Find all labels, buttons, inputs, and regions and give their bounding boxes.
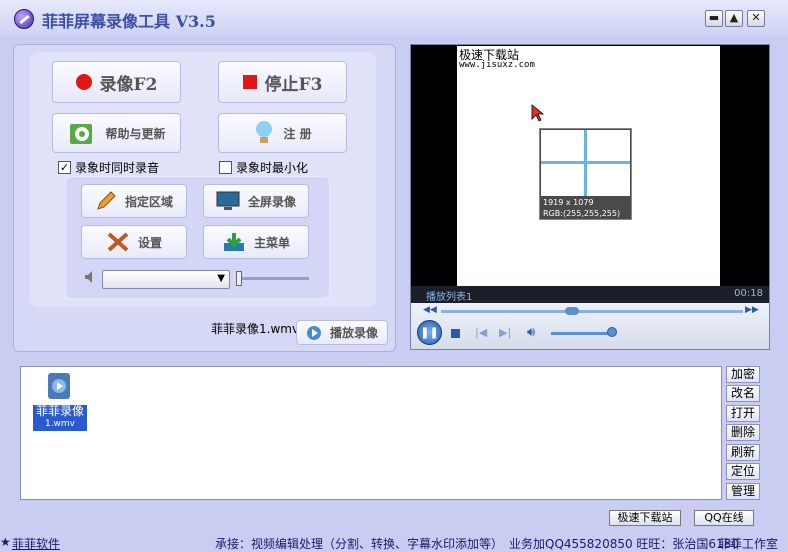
bottom-left-button[interactable]: 极速下载站: [609, 510, 681, 526]
status-bar: ★ 菲菲软件 承接：视频编辑处理（分割、转换、字幕水印添加等） 业务加QQ455…: [0, 534, 788, 551]
record-audio-checkbox[interactable]: ✓ 录象时同时录音: [58, 159, 159, 176]
video-frame: 极速下载站 www.jisuxz.com 1919 x 1079 RGB:(25…: [457, 46, 720, 286]
pencil-icon: [97, 191, 116, 210]
video-file-icon: [48, 373, 70, 399]
cursor-icon: [531, 104, 545, 122]
lightbulb-icon: [256, 121, 273, 143]
player-volume-handle[interactable]: [607, 327, 617, 337]
encrypt-button[interactable]: 加密: [726, 366, 760, 383]
settings-button[interactable]: 设置: [81, 225, 187, 259]
player-info-bar: 播放列表1 00:18: [411, 286, 769, 303]
play-recording-label: 播放录像: [329, 326, 378, 340]
magnifier-view: [541, 130, 630, 196]
audio-device-select[interactable]: ▼: [102, 270, 230, 289]
close-window-button[interactable]: ✕: [747, 10, 765, 27]
register-button[interactable]: 注 册: [218, 113, 347, 153]
player-volume-track[interactable]: [551, 332, 613, 335]
checkbox-checked-icon: ✓: [58, 161, 71, 174]
help-update-label: 帮助与更新: [105, 126, 166, 141]
previous-icon[interactable]: |◀: [475, 326, 487, 339]
register-label: 注 册: [283, 126, 312, 141]
monitor-icon: [216, 191, 240, 210]
manage-button[interactable]: 管理: [726, 483, 760, 500]
speaker-icon[interactable]: 🔊︎: [527, 325, 535, 340]
main-menu-label: 主菜单: [253, 235, 290, 250]
window-title: 菲菲屏幕录像工具 V3.5: [42, 12, 216, 31]
file-item[interactable]: 菲菲录像 1.wmv: [33, 371, 87, 431]
region-button[interactable]: 指定区域: [81, 184, 187, 218]
settings-label: 设置: [137, 235, 162, 250]
studio-name: 菲菲工作室: [718, 537, 779, 551]
next-icon[interactable]: ▶|: [499, 326, 511, 339]
stop-icon: [242, 75, 257, 89]
minimize-label: 录象时最小化: [236, 161, 309, 175]
record-audio-label: 录象时同时录音: [75, 161, 160, 175]
volume-icon: [84, 270, 96, 284]
play-icon: [306, 325, 321, 340]
watermark-url: www.jisuxz.com: [459, 60, 535, 70]
business-contact: 业务加QQ455820850 旺旺：张治国6180: [509, 537, 739, 551]
record-button[interactable]: 录像F2: [52, 61, 181, 103]
chevron-down-icon: ▼: [217, 273, 225, 284]
rewind-icon[interactable]: ◀◀: [423, 305, 437, 315]
region-label: 指定区域: [124, 194, 173, 209]
file-name-line1: 菲菲录像: [35, 404, 84, 418]
tools-icon: [107, 232, 129, 252]
app-logo-icon: [14, 9, 34, 29]
locate-button[interactable]: 定位: [726, 463, 760, 480]
maximize-window-button[interactable]: ▲: [725, 10, 743, 27]
magnifier-box: 1919 x 1079 RGB:(255,255,255): [539, 128, 632, 220]
main-menu-button[interactable]: 主菜单: [203, 225, 309, 259]
file-name-line2: 1.wmv: [44, 419, 76, 429]
record-icon: [75, 74, 92, 90]
player-controls: ◀◀ ▶▶ ❚❚ |◀ ▶| 🔊︎: [411, 303, 769, 349]
seek-handle[interactable]: [565, 307, 579, 315]
current-file-name: 菲菲录像1.wmv: [211, 322, 300, 336]
fast-forward-icon[interactable]: ▶▶: [745, 305, 759, 315]
bottom-right-button[interactable]: QQ在线: [694, 510, 754, 526]
magnifier-size: 1919 x 1079: [543, 198, 594, 207]
minimize-window-button[interactable]: ▬: [705, 10, 723, 27]
rename-button[interactable]: 改名: [726, 385, 760, 402]
playlist-label: 播放列表1: [426, 292, 473, 303]
pause-icon[interactable]: ❚❚: [417, 320, 442, 345]
fullscreen-button[interactable]: 全屏录像: [203, 184, 309, 218]
record-label: 录像F2: [99, 74, 158, 95]
help-update-button[interactable]: 帮助与更新: [52, 113, 181, 153]
seek-bar[interactable]: [441, 310, 743, 313]
company-link[interactable]: 菲菲软件: [12, 535, 60, 552]
stop-button[interactable]: 停止F3: [218, 61, 347, 103]
volume-slider-track[interactable]: [236, 277, 309, 280]
stop-label: 停止F3: [264, 74, 323, 95]
download-icon: [223, 233, 244, 251]
magnifier-rgb: RGB:(255,255,255): [543, 209, 621, 218]
minimize-checkbox[interactable]: 录象时最小化: [219, 159, 308, 176]
checkbox-unchecked-icon: [219, 161, 232, 174]
stop-playback-icon[interactable]: [451, 329, 460, 338]
refresh-button[interactable]: 刷新: [726, 444, 760, 461]
file-list[interactable]: 菲菲录像 1.wmv: [20, 366, 722, 500]
play-recording-button[interactable]: 播放录像: [296, 320, 388, 345]
delete-button[interactable]: 删除: [726, 424, 760, 441]
help-update-icon: [70, 124, 93, 144]
volume-slider-handle[interactable]: [236, 271, 242, 286]
playback-time: 00:18: [734, 288, 763, 299]
ad-text: 承接：视频编辑处理（分割、转换、字幕水印添加等）: [215, 537, 504, 551]
star-icon: ★: [0, 535, 11, 549]
fullscreen-label: 全屏录像: [247, 194, 296, 209]
open-button[interactable]: 打开: [726, 405, 760, 422]
